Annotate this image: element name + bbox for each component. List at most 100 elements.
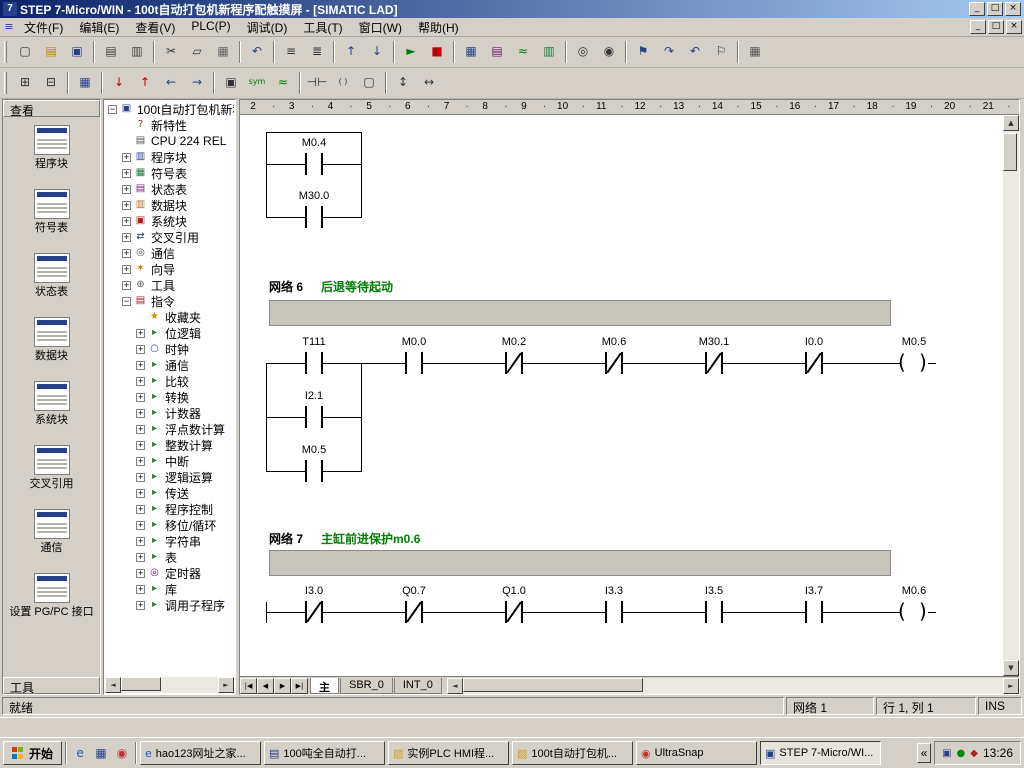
tree-item-tools[interactable]: +⊕工具 (105, 277, 234, 293)
tree-item-system-block[interactable]: +▣系统块 (105, 213, 234, 229)
run-button[interactable]: ► (399, 41, 423, 63)
ladder-coil-M0.5[interactable]: ()M0.5 (879, 333, 949, 378)
ladder-contact-M0.2[interactable]: M0.2 (479, 333, 549, 378)
expand-plus-icon[interactable]: + (122, 281, 131, 290)
viewbar-item-status-chart[interactable]: 状态表 (3, 245, 100, 309)
tree-item-data-block[interactable]: +▥数据块 (105, 197, 234, 213)
expand-plus-icon[interactable]: + (136, 553, 145, 562)
ladder-contact-Q0.7[interactable]: Q0.7 (379, 582, 449, 627)
task-plc-hmi-folder[interactable]: ▧实例PLC HMI程... (388, 741, 509, 765)
compile-button[interactable]: ≡ (279, 41, 303, 63)
tree-hscroll-thumb[interactable] (121, 677, 161, 691)
tab-main[interactable]: 主 (310, 678, 339, 694)
editor-hscroll-right[interactable]: ► (1003, 678, 1019, 694)
mdi-minimize-button[interactable]: _ (970, 20, 986, 34)
tree-item-program-control[interactable]: +▸程序控制 (105, 501, 234, 517)
tree-item-timer[interactable]: +◎定时器 (105, 565, 234, 581)
insert-column-right-button[interactable]: → (185, 72, 209, 94)
menu-tools[interactable]: 工具(T) (295, 17, 350, 38)
next-bookmark-button[interactable]: ↷ (657, 41, 681, 63)
print-preview-button[interactable]: ▥ (125, 41, 149, 63)
tree-item-library[interactable]: +▸库 (105, 581, 234, 597)
tree-item-compare[interactable]: +▸比较 (105, 373, 234, 389)
tree-item-wizard[interactable]: +✶向导 (105, 261, 234, 277)
program-status-button[interactable]: ▦ (459, 41, 483, 63)
ladder-editor[interactable]: M0.4M30.0网络 6后退等待起动I2.1M0.5T111M0.0M0.2M… (240, 115, 1003, 676)
menu-debug[interactable]: 调试(D) (239, 17, 296, 38)
close-button[interactable]: × (1005, 2, 1021, 16)
tree-item-convert[interactable]: +▸转换 (105, 389, 234, 405)
cut-button[interactable]: ✂ (159, 41, 183, 63)
expand-plus-icon[interactable]: + (122, 185, 131, 194)
tree-item-shift-rotate[interactable]: +▸移位/循环 (105, 517, 234, 533)
paste-button[interactable]: ▦ (211, 41, 235, 63)
tree-item-logic-operations[interactable]: +▸逻辑运算 (105, 469, 234, 485)
viewbar-item-cross-reference[interactable]: 交叉引用 (3, 437, 100, 501)
expand-plus-icon[interactable]: + (136, 425, 145, 434)
find-next-button[interactable]: ◉ (597, 41, 621, 63)
ladder-contact-I3.3[interactable]: I3.3 (579, 582, 649, 627)
compile-all-button[interactable]: ≣ (305, 41, 329, 63)
ladder-contact-M30.1[interactable]: M30.1 (679, 333, 749, 378)
expand-plus-icon[interactable]: + (136, 441, 145, 450)
show-desktop-icon[interactable]: ▦ (91, 743, 111, 763)
toolbar-grip[interactable] (4, 72, 7, 94)
menu-edit[interactable]: 编辑(E) (71, 17, 127, 38)
tab-scroll-button-2[interactable]: ▶ (274, 678, 291, 694)
copy-button[interactable]: ▱ (185, 41, 209, 63)
ladder-contact-M30.0[interactable]: M30.0 (279, 187, 349, 232)
tree-item-symbol-table[interactable]: +▦符号表 (105, 165, 234, 181)
step7-app-icon[interactable]: 7 (3, 2, 17, 16)
menu-help[interactable]: 帮助(H) (410, 17, 467, 38)
tab-scroll-button-0[interactable]: |◀ (240, 678, 257, 694)
expand-plus-icon[interactable]: + (122, 233, 131, 242)
clock[interactable]: 13:26 (983, 746, 1013, 760)
tray-language-icon[interactable]: ● (957, 748, 966, 759)
expand-plus-icon[interactable]: + (136, 473, 145, 482)
viewbar-item-communication[interactable]: 通信 (3, 501, 100, 565)
editor-vscroll-track[interactable] (1003, 131, 1019, 660)
editor-vscroll-down[interactable]: ▼ (1003, 660, 1019, 676)
trend-view-button[interactable]: ≈ (511, 41, 535, 63)
open-button[interactable]: ▤ (39, 41, 63, 63)
find-button[interactable]: ◎ (571, 41, 595, 63)
viewbar-item-symbol-table[interactable]: 符号表 (3, 181, 100, 245)
expand-plus-icon[interactable]: + (122, 153, 131, 162)
expand-plus-icon[interactable]: + (122, 265, 131, 274)
task-step7[interactable]: ▣STEP 7-Micro/WI... (760, 741, 881, 765)
viewbar-item-system-block[interactable]: 系统块 (3, 373, 100, 437)
tree-item-string[interactable]: +▸字符串 (105, 533, 234, 549)
editor-vscroll-thumb[interactable] (1003, 133, 1017, 171)
collapse-minus-icon[interactable]: − (108, 105, 117, 114)
symbol-info-button[interactable]: sym (245, 72, 269, 94)
insert-vertical-button[interactable]: ↕ (391, 72, 415, 94)
download-button[interactable]: ↓ (365, 41, 389, 63)
ladder-coil-M0.6[interactable]: ()M0.6 (879, 582, 949, 627)
viewbar-item-data-block[interactable]: 数据块 (3, 309, 100, 373)
editor-hscroll-track[interactable] (463, 678, 1003, 694)
minimize-button[interactable]: _ (969, 2, 985, 16)
collapse-minus-icon[interactable]: − (122, 297, 131, 306)
save-button[interactable]: ▣ (65, 41, 89, 63)
expand-plus-icon[interactable]: + (136, 329, 145, 338)
bookmark-toggle-button[interactable]: ⚑ (631, 41, 655, 63)
symbol-grid-button[interactable]: ▦ (743, 41, 767, 63)
start-button[interactable]: 开始 (3, 741, 62, 765)
tree-item-move[interactable]: +▸传送 (105, 485, 234, 501)
expand-plus-icon[interactable]: + (136, 585, 145, 594)
insert-contact-button[interactable]: ⊣⊢ (305, 72, 329, 94)
viewbar-item-set-pg-pc[interactable]: 设置 PG/PC 接口 (3, 565, 100, 629)
expand-plus-icon[interactable]: + (136, 377, 145, 386)
ladder-contact-I3.5[interactable]: I3.5 (679, 582, 749, 627)
tree-item-cross-reference[interactable]: +⇄交叉引用 (105, 229, 234, 245)
mdi-restore-button[interactable]: □ (988, 20, 1004, 34)
tree-item-float-math[interactable]: +▸浮点数计算 (105, 421, 234, 437)
tree-hscroll-track[interactable] (121, 677, 218, 693)
tree-item-status-chart[interactable]: +▤状态表 (105, 181, 234, 197)
tree-item-favorites[interactable]: ★收藏夹 (105, 309, 234, 325)
tab-scroll-button-3[interactable]: ▶| (291, 678, 308, 694)
previous-bookmark-button[interactable]: ↶ (683, 41, 707, 63)
address-table-button[interactable]: ▦ (73, 72, 97, 94)
insert-box-button[interactable]: ▢ (357, 72, 381, 94)
insert-column-left-button[interactable]: ← (159, 72, 183, 94)
